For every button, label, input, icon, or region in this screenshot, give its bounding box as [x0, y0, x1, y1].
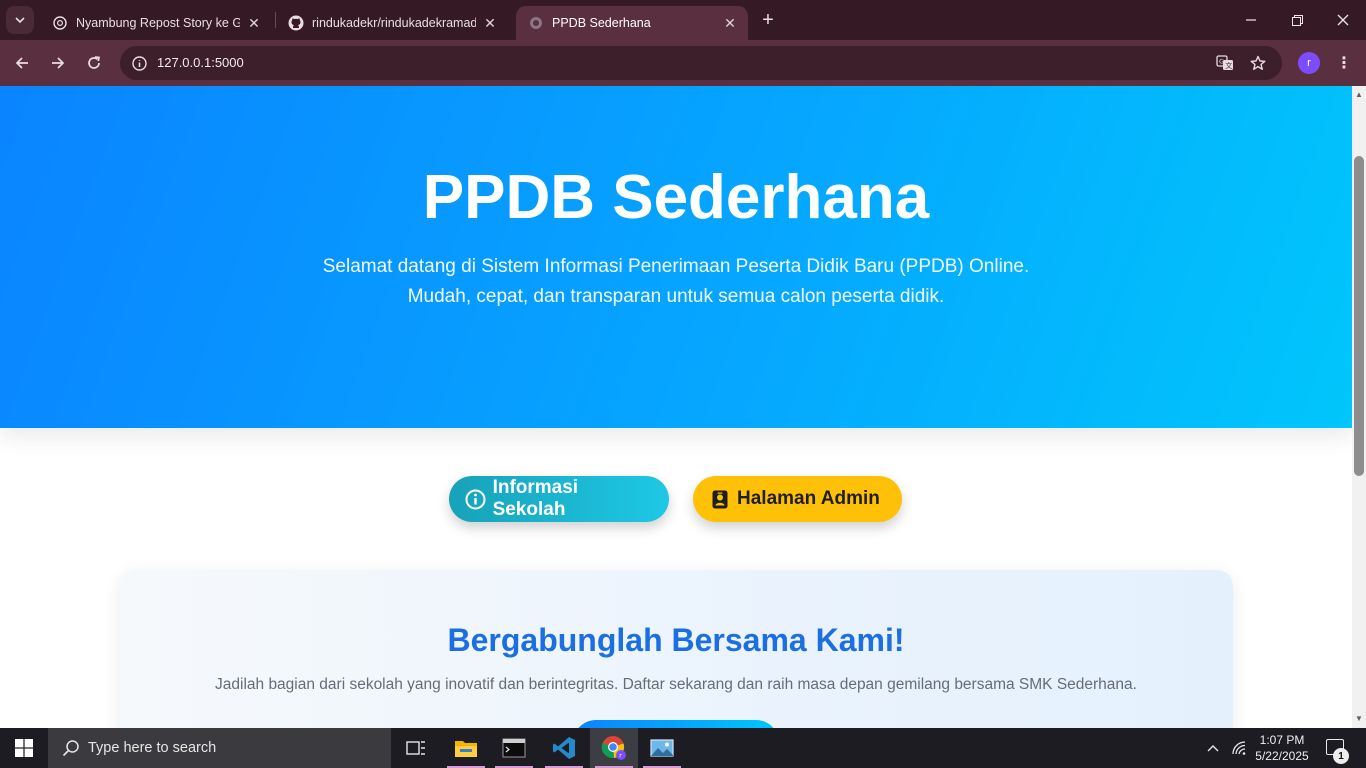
- vscode-icon: [553, 737, 575, 759]
- tab-github[interactable]: rindukadekr/rindukadekramadhan ✕: [276, 6, 508, 40]
- photos-icon: [650, 739, 674, 757]
- back-button[interactable]: [7, 48, 37, 78]
- search-icon: [62, 740, 79, 757]
- halaman-admin-label: Halaman Admin: [737, 488, 880, 509]
- informasi-sekolah-label: Informasi Sekolah: [492, 477, 579, 520]
- tab-search-button[interactable]: [6, 6, 34, 34]
- photos-app[interactable]: [638, 728, 686, 768]
- site-info-icon[interactable]: [130, 54, 148, 72]
- card-text: Jadilah bagian dari sekolah yang inovati…: [215, 676, 1137, 693]
- tab-nyambung[interactable]: Nyambung Repost Story ke GitHub ✕: [40, 6, 272, 40]
- url-text[interactable]: 127.0.0.1:5000: [157, 55, 244, 70]
- browser-toolbar: 127.0.0.1:5000 文G r ⋮: [0, 40, 1366, 86]
- windows-logo-icon: [15, 739, 33, 757]
- openai-icon: [52, 15, 68, 31]
- hero-subtitle: Selamat datang di Sistem Informasi Pener…: [0, 252, 1352, 312]
- tab-title: Nyambung Repost Story ke GitHub: [76, 16, 240, 30]
- card-heading: Bergabunglah Bersama Kami!: [447, 622, 905, 658]
- forward-button[interactable]: [43, 48, 73, 78]
- tab-strip: Nyambung Repost Story ke GitHub ✕ rinduk…: [0, 0, 1366, 40]
- close-icon[interactable]: ✕: [482, 15, 498, 31]
- hero-subtitle-line-1: Selamat datang di Sistem Informasi Pener…: [322, 256, 1030, 277]
- chrome-app[interactable]: r: [590, 728, 638, 768]
- scrollbar-thumb[interactable]: [1354, 156, 1364, 476]
- minimize-icon: [1246, 19, 1256, 21]
- globe-icon: [528, 15, 544, 31]
- windows-taskbar: Type here to search r 1:07 PM 5/22/2025 …: [0, 728, 1366, 768]
- new-tab-button[interactable]: +: [756, 8, 780, 32]
- svg-text:G: G: [1219, 58, 1224, 66]
- reload-button[interactable]: [79, 48, 109, 78]
- file-explorer-app[interactable]: [442, 728, 490, 768]
- halaman-admin-button[interactable]: Halaman Admin: [693, 476, 902, 522]
- task-view-button[interactable]: [392, 728, 440, 768]
- chevron-up-icon: [1207, 745, 1219, 752]
- join-us-card: Bergabunglah Bersama Kami! Jadilah bagia…: [119, 570, 1233, 728]
- notification-badge: 1: [1333, 748, 1349, 764]
- page-scrollbar[interactable]: ▲ ▼: [1352, 86, 1366, 728]
- restore-icon: [1291, 14, 1303, 26]
- reload-icon: [88, 56, 101, 69]
- profile-avatar[interactable]: r: [1298, 52, 1320, 74]
- clock-time: 1:07 PM: [1259, 733, 1305, 747]
- show-hidden-icons-button[interactable]: [1202, 728, 1224, 768]
- restore-button[interactable]: [1274, 0, 1320, 40]
- folder-icon: [455, 741, 477, 757]
- bookmark-star-icon[interactable]: [1248, 53, 1268, 73]
- terminal-app[interactable]: [490, 728, 538, 768]
- taskbar-search-box[interactable]: Type here to search: [48, 728, 391, 768]
- translate-icon[interactable]: 文G: [1215, 53, 1235, 73]
- tab-ppdb-sederhana[interactable]: PPDB Sederhana ✕: [516, 6, 748, 40]
- search-placeholder: Type here to search: [88, 740, 217, 756]
- start-button[interactable]: [0, 728, 48, 768]
- clock-date: 5/22/2025: [1255, 749, 1309, 763]
- close-window-button[interactable]: [1320, 0, 1366, 40]
- tab-title: rindukadekr/rindukadekramadhan: [312, 16, 476, 30]
- scroll-down-icon[interactable]: ▼: [1355, 714, 1363, 723]
- address-bar[interactable]: 127.0.0.1:5000 文G: [120, 46, 1282, 80]
- close-icon[interactable]: ✕: [246, 15, 262, 31]
- close-icon[interactable]: ✕: [722, 15, 738, 31]
- hero-title: PPDB Sederhana: [422, 163, 930, 232]
- svg-text:文: 文: [1225, 61, 1232, 70]
- tab-title: PPDB Sederhana: [552, 16, 651, 30]
- taskbar-clock[interactable]: 1:07 PM 5/22/2025: [1248, 732, 1316, 764]
- person-badge-icon: [709, 488, 731, 510]
- network-icon[interactable]: [1228, 728, 1250, 768]
- chrome-icon: r: [601, 736, 626, 760]
- minimize-button[interactable]: [1228, 0, 1274, 40]
- scroll-up-icon[interactable]: ▲: [1355, 90, 1363, 99]
- terminal-icon: [502, 738, 526, 758]
- vscode-app[interactable]: [540, 728, 588, 768]
- close-icon: [1337, 14, 1349, 26]
- info-circle-icon: [465, 488, 487, 510]
- github-icon: [288, 15, 304, 31]
- action-buttons: Informasi Sekolah Halaman Admin: [0, 476, 1352, 522]
- task-view-icon: [406, 741, 425, 755]
- hero-subtitle-line-2: Mudah, cepat, dan transparan untuk semua…: [407, 286, 945, 307]
- browser-menu-icon[interactable]: ⋮: [1334, 52, 1354, 74]
- arrow-right-icon: [52, 57, 65, 69]
- informasi-sekolah-button[interactable]: Informasi Sekolah: [449, 476, 669, 522]
- register-button[interactable]: [573, 720, 779, 728]
- chevron-down-icon: [15, 17, 25, 24]
- arrow-left-icon: [15, 57, 28, 69]
- hero-section: PPDB Sederhana Selamat datang di Sistem …: [0, 86, 1352, 428]
- page-viewport: PPDB Sederhana Selamat datang di Sistem …: [0, 86, 1352, 728]
